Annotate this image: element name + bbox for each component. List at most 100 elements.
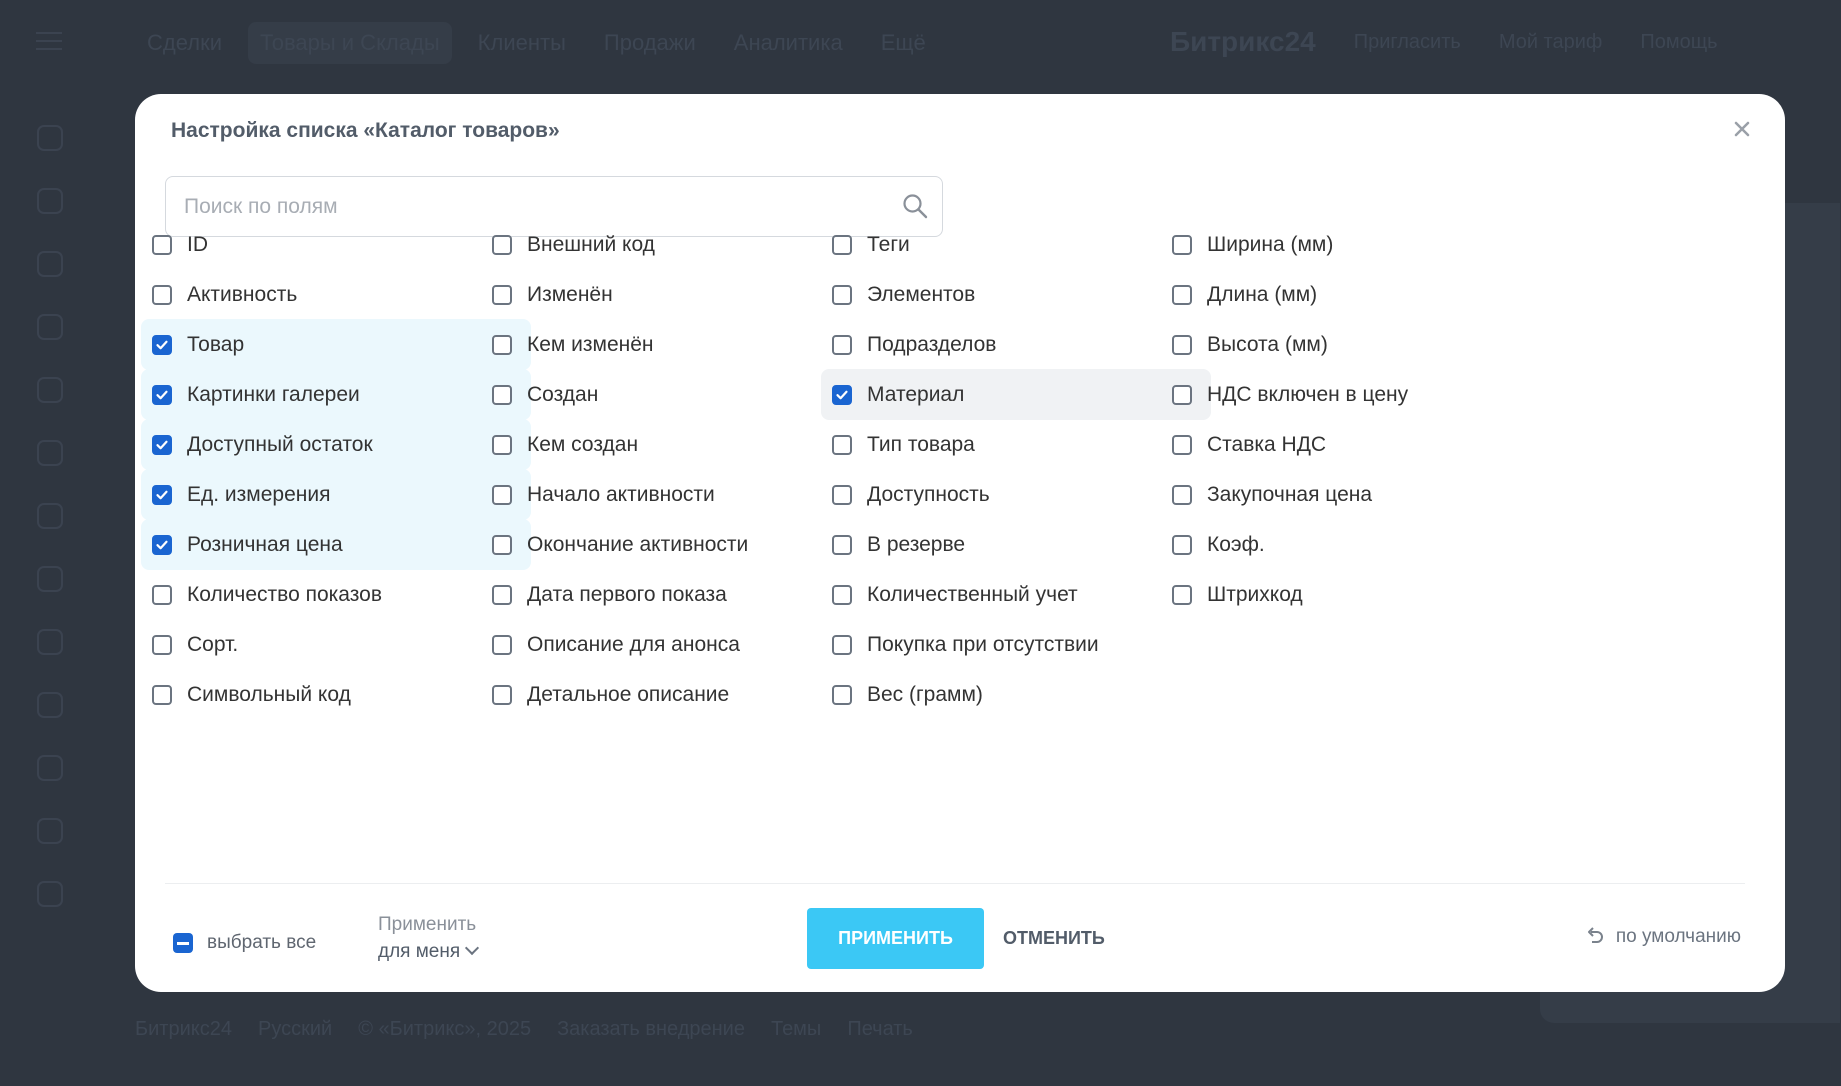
field-option-label: Ед. измерения <box>187 482 331 506</box>
field-option-label: Окончание активности <box>527 532 749 556</box>
sidebar-icon <box>37 503 63 529</box>
nav-item: Аналитика <box>733 30 843 55</box>
field-option[interactable]: Кем изменён <box>481 319 871 370</box>
checkbox-icon <box>492 584 512 605</box>
checkbox-checked-icon <box>152 434 172 455</box>
field-option-label: Элементов <box>867 282 976 306</box>
field-option[interactable]: Покупка при отсутствии <box>821 619 1211 670</box>
checkbox-icon <box>832 634 852 655</box>
menu-icon <box>36 32 62 50</box>
apply-scope-label: Применить <box>378 914 477 935</box>
sidebar-icon <box>37 440 63 466</box>
sidebar-icon <box>37 881 63 907</box>
search-icon[interactable] <box>902 193 928 219</box>
checkbox-icon <box>832 334 852 355</box>
field-option[interactable]: Ед. измерения <box>141 469 531 520</box>
field-option[interactable]: Кем создан <box>481 419 871 470</box>
footer-divider <box>165 883 1745 884</box>
field-option-label: Доступный остаток <box>187 432 373 456</box>
field-option[interactable]: Тип товара <box>821 419 1211 470</box>
field-option[interactable]: Окончание активности <box>481 519 871 570</box>
footer-item: Битрикс24 <box>135 1018 232 1040</box>
field-option[interactable]: Доступность <box>821 469 1211 520</box>
checkbox-icon <box>492 684 512 705</box>
reset-label: по умолчанию <box>1615 926 1741 947</box>
field-option[interactable]: Изменён <box>481 269 871 320</box>
field-option[interactable]: Штрихкод <box>1161 569 1551 620</box>
field-option[interactable]: Высота (мм) <box>1161 319 1551 370</box>
chevron-down-icon <box>465 940 480 956</box>
apply-button[interactable]: ПРИМЕНИТЬ <box>807 908 984 969</box>
field-option[interactable]: Количественный учет <box>821 569 1211 620</box>
checkbox-icon <box>152 684 172 705</box>
nav-item: Сделки <box>147 30 222 55</box>
field-option-label: Тип товара <box>867 432 975 456</box>
nav-right-item: Пригласить <box>1353 30 1461 53</box>
footer-item: © «Битрикс», 2025 <box>358 1018 532 1040</box>
cancel-button[interactable]: ОТМЕНИТЬ <box>1003 908 1105 969</box>
field-option[interactable]: Элементов <box>821 269 1211 320</box>
field-option[interactable]: Закупочная цена <box>1161 469 1551 520</box>
field-option[interactable]: Материал <box>821 369 1211 420</box>
field-option[interactable]: Вес (грамм) <box>821 669 1211 720</box>
undo-icon <box>1587 927 1603 943</box>
field-option-label: Начало активности <box>527 482 715 506</box>
checkbox-icon <box>1172 434 1192 455</box>
field-option[interactable]: Подразделов <box>821 319 1211 370</box>
field-option[interactable]: В резерве <box>821 519 1211 570</box>
field-option[interactable]: Внешний код <box>481 219 871 270</box>
field-option-label: Высота (мм) <box>1207 332 1328 356</box>
close-button[interactable] <box>1727 114 1757 144</box>
checkbox-icon <box>152 284 172 305</box>
checkbox-icon <box>1172 234 1192 255</box>
field-option[interactable]: Создан <box>481 369 871 420</box>
field-option-label: Детальное описание <box>527 682 730 706</box>
nav-right-item: Мой тариф <box>1498 30 1603 53</box>
top-right-navigation: Битрикс24 Пригласить Мой тариф Помощь <box>1170 26 1718 58</box>
checkbox-icon <box>832 584 852 605</box>
field-option[interactable]: Символьный код <box>141 669 531 720</box>
field-option[interactable]: Коэф. <box>1161 519 1551 570</box>
checkbox-icon <box>492 384 512 405</box>
checkbox-icon <box>152 634 172 655</box>
checkbox-icon <box>492 634 512 655</box>
field-option[interactable]: Ширина (мм) <box>1161 219 1551 270</box>
checkbox-checked-icon <box>152 334 172 355</box>
field-option[interactable]: Товар <box>141 319 531 370</box>
field-option-label: Материал <box>867 382 965 406</box>
sidebar-icon <box>37 818 63 844</box>
footer-item: Русский <box>257 1018 333 1040</box>
field-option[interactable]: Детальное описание <box>481 669 871 720</box>
field-option[interactable]: Длина (мм) <box>1161 269 1551 320</box>
checkbox-checked-icon <box>832 384 852 405</box>
field-option-label: Товар <box>187 332 245 356</box>
apply-scope-selector[interactable]: Применить для меня <box>378 914 480 963</box>
page-footer: Битрикс24 Русский © «Битрикс», 2025 Заказат… <box>135 1018 913 1041</box>
checkbox-icon <box>1172 384 1192 405</box>
field-option[interactable]: Описание для анонса <box>481 619 871 670</box>
field-option[interactable]: Теги <box>821 219 1211 270</box>
field-option[interactable]: Ставка НДС <box>1161 419 1551 470</box>
field-option[interactable]: Розничная цена <box>141 519 531 570</box>
brand-logo: Битрикс24 <box>1170 26 1316 57</box>
checkbox-icon <box>492 284 512 305</box>
field-option[interactable]: ID <box>141 219 531 270</box>
field-option[interactable]: Сорт. <box>141 619 531 670</box>
dialog-title: Настройка списка «Каталог товаров» <box>171 119 560 142</box>
field-option-label: Активность <box>187 282 298 306</box>
field-option[interactable]: Активность <box>141 269 531 320</box>
field-option-label: Картинки галереи <box>187 382 360 406</box>
reset-to-default-button[interactable]: по умолчанию <box>1584 926 1741 948</box>
nav-right-item: Помощь <box>1640 30 1718 53</box>
nav-item: Товары и Склады <box>247 22 452 64</box>
field-option[interactable]: Дата первого показа <box>481 569 871 620</box>
field-option[interactable]: Количество показов <box>141 569 531 620</box>
select-all-checkbox[interactable]: выбрать все <box>173 932 316 954</box>
field-option[interactable]: НДС включен в цену <box>1161 369 1551 420</box>
field-option-label: Внешний код <box>527 232 655 256</box>
field-option[interactable]: Начало активности <box>481 469 871 520</box>
field-option[interactable]: Картинки галереи <box>141 369 531 420</box>
field-option[interactable]: Доступный остаток <box>141 419 531 470</box>
field-option-label: Доступность <box>867 482 990 506</box>
checkbox-icon <box>832 684 852 705</box>
